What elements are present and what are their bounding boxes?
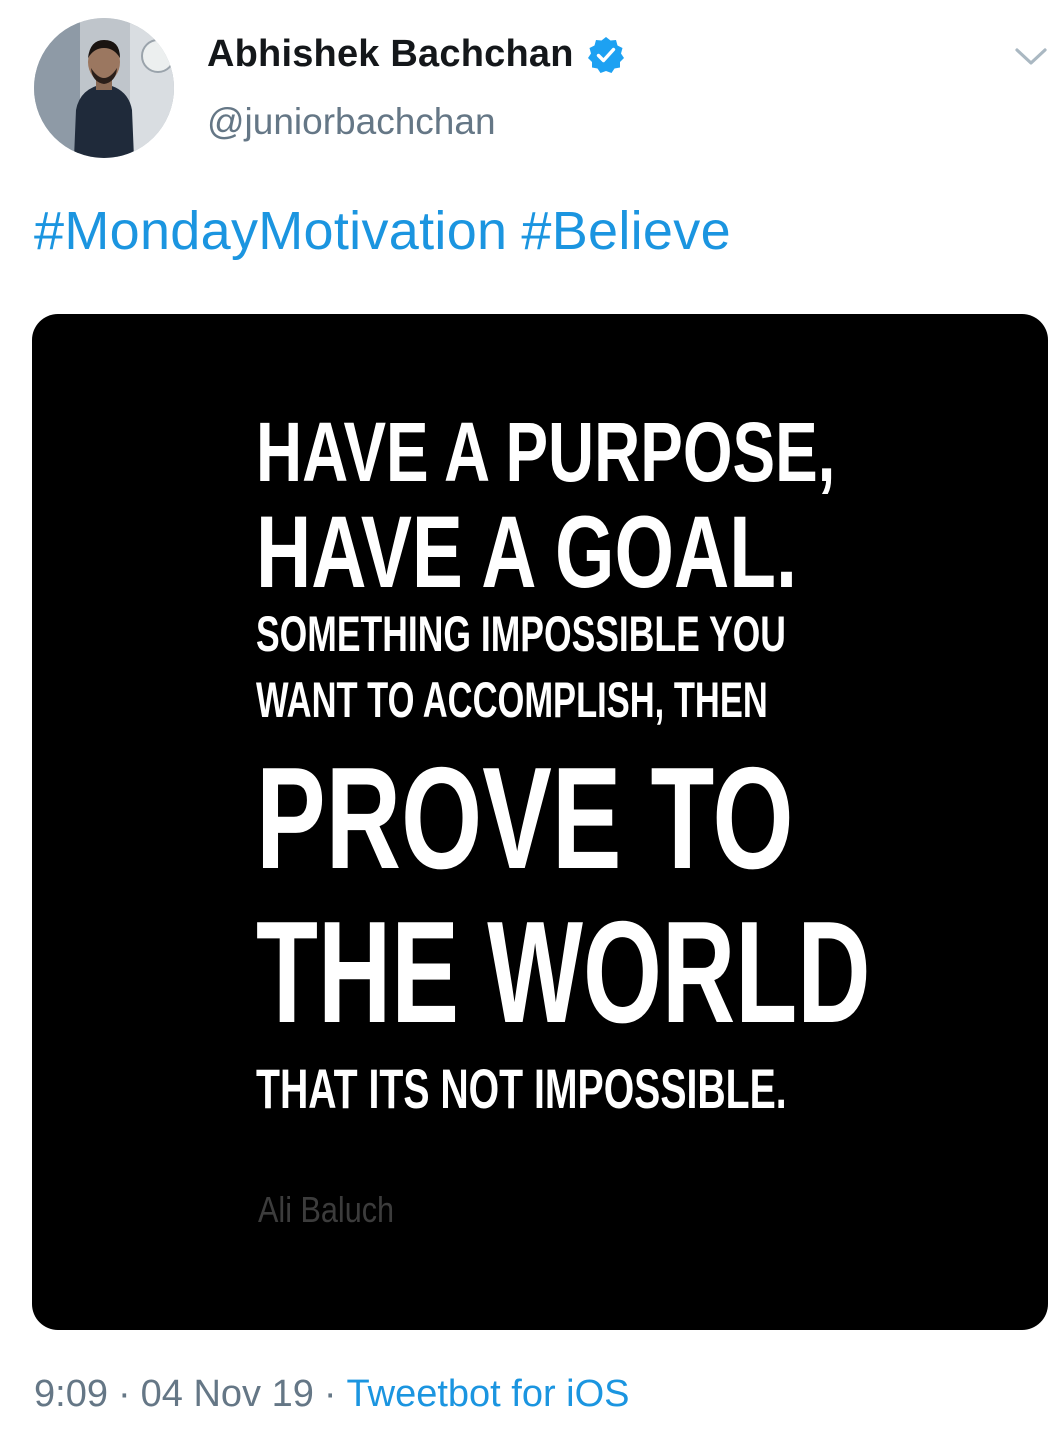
tweet-time[interactable]: 9:09 bbox=[34, 1373, 108, 1415]
quote-text: HAVE A PURPOSE, HAVE A GOAL. SOMETHING I… bbox=[256, 405, 871, 1120]
quote-line: THE WORLD bbox=[256, 891, 871, 1053]
quote-line: PROVE TO bbox=[256, 737, 794, 899]
tweet-media-image[interactable]: HAVE A PURPOSE, HAVE A GOAL. SOMETHING I… bbox=[32, 314, 1048, 1330]
chevron-down-icon[interactable] bbox=[1013, 42, 1049, 70]
quote-attribution: Ali Baluch bbox=[258, 1189, 395, 1230]
tweet-meta: 9:09 · 04 Nov 19 · Tweetbot for iOS bbox=[34, 1373, 630, 1416]
hashtag-link[interactable]: #Believe bbox=[521, 201, 731, 261]
quote-line: HAVE A GOAL. bbox=[256, 495, 798, 609]
author-line[interactable]: Abhishek Bachchan bbox=[207, 33, 626, 76]
tweet-source-link[interactable]: Tweetbot for iOS bbox=[347, 1373, 630, 1415]
user-handle[interactable]: @juniorbachchan bbox=[207, 101, 496, 143]
avatar[interactable] bbox=[34, 18, 174, 158]
hashtag-link[interactable]: #MondayMotivation bbox=[34, 201, 507, 261]
quote-line: THAT ITS NOT IMPOSSIBLE. bbox=[256, 1057, 787, 1120]
meta-separator: · bbox=[117, 1373, 131, 1415]
display-name[interactable]: Abhishek Bachchan bbox=[207, 33, 574, 76]
tweet-text: #MondayMotivation #Believe bbox=[34, 200, 745, 262]
quote-line: WANT TO ACCOMPLISH, THEN bbox=[256, 672, 768, 728]
profile-photo bbox=[34, 18, 174, 158]
meta-separator: · bbox=[323, 1373, 337, 1415]
tweet-date[interactable]: 04 Nov 19 bbox=[141, 1373, 314, 1415]
quote-line: HAVE A PURPOSE, bbox=[256, 405, 836, 499]
quote-line: SOMETHING IMPOSSIBLE YOU bbox=[256, 606, 786, 662]
verified-badge-icon bbox=[586, 35, 626, 75]
